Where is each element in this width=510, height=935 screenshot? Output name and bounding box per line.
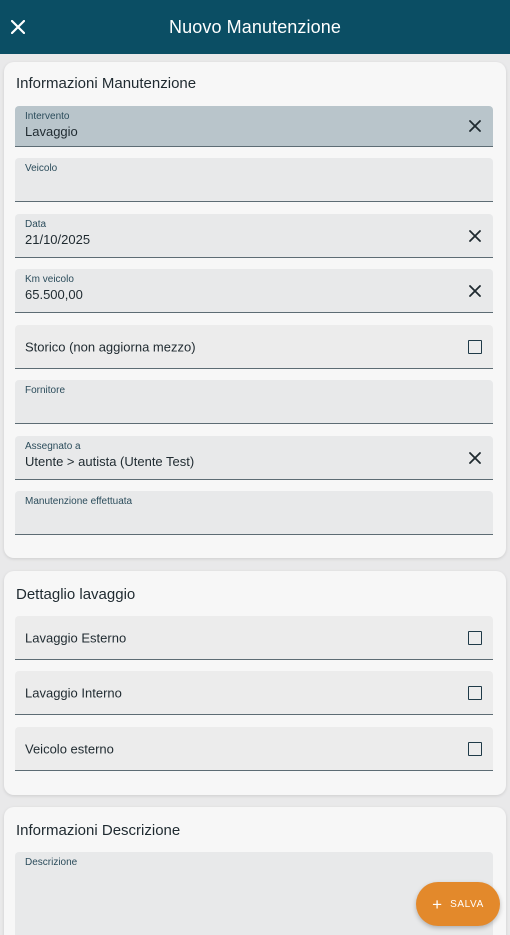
save-button[interactable]: + SALVA [416, 882, 500, 926]
save-button-label: SALVA [450, 898, 484, 910]
km-value: 65.500,00 [25, 287, 83, 302]
page-title: Nuovo Manutenzione [169, 16, 341, 37]
app-bar: Nuovo Manutenzione [0, 0, 510, 54]
wash-card-title: Dettaglio lavaggio [16, 586, 136, 603]
intervento-value: Lavaggio [25, 124, 78, 139]
veicolo-esterno-field[interactable]: Veicolo esterno [15, 727, 493, 771]
effettuata-field[interactable]: Manutenzione effettuata [15, 491, 493, 535]
assegnato-label: Assegnato a [25, 441, 81, 452]
veicolo-esterno-label: Veicolo esterno [25, 741, 114, 756]
storico-field[interactable]: Storico (non aggiorna mezzo) [15, 325, 493, 369]
data-value: 21/10/2025 [25, 232, 91, 247]
veicolo-label: Veicolo [25, 163, 58, 174]
lavaggio-interno-checkbox[interactable] [468, 685, 482, 700]
close-icon[interactable] [8, 17, 28, 37]
wash-card: Dettaglio lavaggio Lavaggio Esterno Lava… [4, 571, 506, 795]
storico-label: Storico (non aggiorna mezzo) [25, 339, 196, 354]
lavaggio-esterno-field[interactable]: Lavaggio Esterno [15, 616, 493, 660]
storico-checkbox[interactable] [468, 339, 482, 354]
assegnato-field[interactable]: Assegnato a Utente > autista (Utente Tes… [15, 436, 493, 480]
clear-assegnato-icon[interactable] [467, 450, 483, 466]
info-card-title: Informazioni Manutenzione [16, 75, 197, 92]
intervento-label: Intervento [25, 111, 70, 122]
desc-card-title: Informazioni Descrizione [16, 822, 181, 839]
plus-icon: + [432, 894, 443, 914]
lavaggio-interno-field[interactable]: Lavaggio Interno [15, 671, 493, 715]
clear-data-icon[interactable] [467, 228, 483, 244]
lavaggio-interno-label: Lavaggio Interno [25, 685, 122, 700]
effettuata-label: Manutenzione effettuata [25, 496, 133, 507]
km-field[interactable]: Km veicolo 65.500,00 [15, 269, 493, 313]
info-card: Informazioni Manutenzione Intervento Lav… [4, 62, 506, 558]
lavaggio-esterno-checkbox[interactable] [468, 630, 482, 645]
veicolo-esterno-checkbox[interactable] [468, 741, 482, 756]
data-label: Data [25, 219, 47, 230]
lavaggio-esterno-label: Lavaggio Esterno [25, 630, 127, 645]
fornitore-label: Fornitore [25, 385, 66, 396]
data-field[interactable]: Data 21/10/2025 [15, 214, 493, 258]
clear-km-icon[interactable] [467, 283, 483, 299]
veicolo-field[interactable]: Veicolo [15, 158, 493, 202]
descrizione-label: Descrizione [25, 857, 78, 868]
km-label: Km veicolo [25, 274, 74, 285]
intervento-field[interactable]: Intervento Lavaggio [15, 106, 493, 147]
clear-intervento-icon[interactable] [467, 118, 483, 134]
fornitore-field[interactable]: Fornitore [15, 380, 493, 424]
assegnato-value: Utente > autista (Utente Test) [25, 454, 195, 469]
